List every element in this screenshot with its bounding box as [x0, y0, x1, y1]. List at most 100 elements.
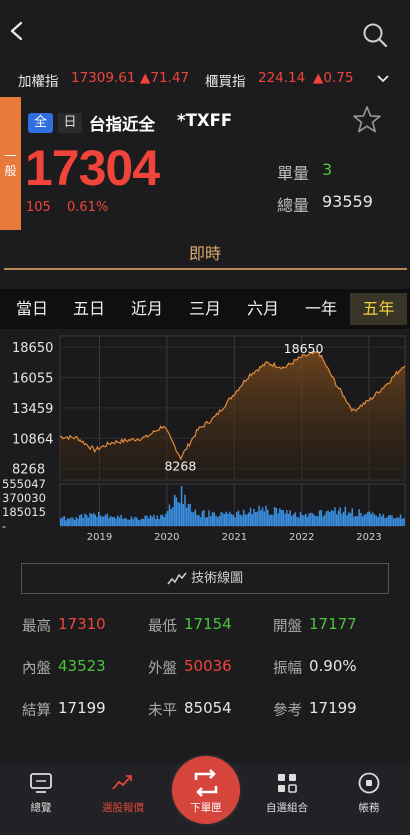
- volume-bar: [349, 513, 352, 526]
- volume-bar: [358, 509, 360, 526]
- volume-bar: [144, 515, 147, 526]
- volume-bar: [275, 508, 278, 526]
- volume-bar: [130, 516, 133, 526]
- range-button[interactable]: 六月: [236, 293, 290, 325]
- tab-realtime[interactable]: 即時: [0, 240, 410, 264]
- chevron-left-icon[interactable]: [6, 20, 28, 42]
- technical-chart-button[interactable]: 技術線圖: [21, 563, 389, 594]
- volume-bar: [375, 515, 378, 526]
- volume-bar: [165, 513, 167, 526]
- volume-bar: [291, 515, 293, 526]
- range-button[interactable]: 一年: [294, 293, 348, 325]
- nav-watchlist[interactable]: 自選組合: [246, 763, 328, 835]
- volume-bar: [70, 517, 72, 526]
- quote-header: 一 般 全 日 台指近全 *TXFF 17304 105 0.61% 單量 3 …: [0, 97, 410, 230]
- price-chart[interactable]: 2019 2020 2021 2022 2023 18650 16055 13459 10864…: [0, 334, 410, 549]
- stat-value: 17199: [309, 699, 357, 717]
- x-tick-label: 2023: [356, 532, 381, 543]
- nav-overview[interactable]: 總覽: [0, 763, 82, 835]
- volume-bar: [92, 512, 95, 526]
- volume-bar: [282, 510, 285, 526]
- volume-bar: [213, 512, 216, 526]
- range-button-active[interactable]: 五年: [350, 293, 407, 325]
- volume-bar: [386, 517, 388, 526]
- total-volume-label: 總量: [277, 196, 310, 215]
- volume-bar: [134, 516, 136, 526]
- volume-bar: [182, 504, 185, 526]
- volume-bar: [146, 515, 148, 526]
- volume-bar: [135, 517, 138, 526]
- price-change-percent: 0.61%: [67, 200, 109, 215]
- price-change: 105: [26, 200, 51, 215]
- volume-bar: [116, 515, 119, 526]
- y-tick-label: 13459: [12, 402, 53, 417]
- volume-bar: [273, 507, 276, 526]
- volume-bar: [389, 515, 392, 526]
- volume-bar: [265, 505, 267, 526]
- search-icon[interactable]: [362, 22, 388, 48]
- volume-bar: [241, 515, 243, 526]
- order-label: 下單匣: [190, 802, 222, 814]
- range-button[interactable]: 當日: [6, 293, 58, 325]
- volume-bar: [323, 514, 326, 526]
- volume-bar: [267, 509, 269, 526]
- volume-bar: [166, 511, 169, 526]
- product-name: 台指近全: [89, 115, 155, 134]
- volume-bar: [313, 515, 316, 526]
- volume-bar: [163, 517, 166, 526]
- volume-bar: [399, 514, 402, 526]
- volume-bar: [365, 513, 367, 526]
- range-button[interactable]: 五日: [63, 293, 115, 325]
- line-chart-icon: [167, 572, 187, 584]
- session-day-badge[interactable]: 日: [58, 113, 82, 133]
- chevron-down-icon[interactable]: [377, 74, 389, 84]
- stat-label: 最低: [148, 619, 177, 635]
- stat-label: 最高: [22, 619, 51, 635]
- volume-bar: [189, 503, 191, 526]
- top-bar: [0, 0, 410, 62]
- market-type-tab[interactable]: 一 般: [0, 97, 21, 230]
- order-button[interactable]: 下單匣: [172, 756, 240, 824]
- x-tick-label: 2020: [154, 532, 179, 543]
- volume-bar: [387, 515, 390, 526]
- session-all-badge[interactable]: 全: [28, 113, 53, 133]
- volume-bar: [261, 507, 264, 526]
- volume-bar: [351, 508, 354, 526]
- volume-bar: [306, 516, 309, 526]
- volume-bar: [251, 514, 254, 526]
- volume-bar: [272, 514, 274, 526]
- volume-bar: [229, 511, 231, 526]
- volume-bar: [151, 516, 153, 526]
- volume-bar: [225, 511, 228, 526]
- volume-bar: [108, 517, 110, 526]
- volume-bar: [185, 507, 188, 526]
- stat-label: 參考: [273, 703, 302, 719]
- volume-bar: [248, 512, 250, 526]
- volume-bar: [367, 511, 369, 526]
- volume-bar: [268, 515, 271, 526]
- nav-account[interactable]: 帳務: [328, 763, 410, 835]
- volume-bar: [346, 515, 348, 526]
- volume-bar: [160, 514, 162, 526]
- volume-bar: [172, 506, 174, 526]
- star-outline-icon[interactable]: [352, 105, 382, 135]
- stat-value: 17199: [58, 699, 106, 717]
- volume-bar: [284, 513, 286, 526]
- volume-bar: [184, 494, 186, 526]
- volume-bar: [353, 516, 355, 526]
- range-button[interactable]: 近月: [120, 293, 174, 325]
- index-ticker[interactable]: 加權指 17309.61 ▲71.47 櫃買指 224.14 ▲0.75: [0, 62, 410, 96]
- nav-quotes[interactable]: 選股報價: [82, 763, 164, 835]
- monitor-icon: [30, 773, 52, 793]
- volume-bar: [148, 518, 150, 526]
- volume-bar: [94, 514, 97, 526]
- volume-bar: [73, 520, 76, 526]
- volume-bar: [310, 512, 312, 526]
- nav-label: 帳務: [358, 802, 380, 814]
- volume-bar: [329, 512, 331, 526]
- volume-bar: [142, 518, 145, 526]
- volume-bar: [392, 518, 395, 526]
- range-button[interactable]: 三月: [178, 293, 232, 325]
- volume-bar: [384, 517, 386, 526]
- volume-bar: [287, 513, 290, 526]
